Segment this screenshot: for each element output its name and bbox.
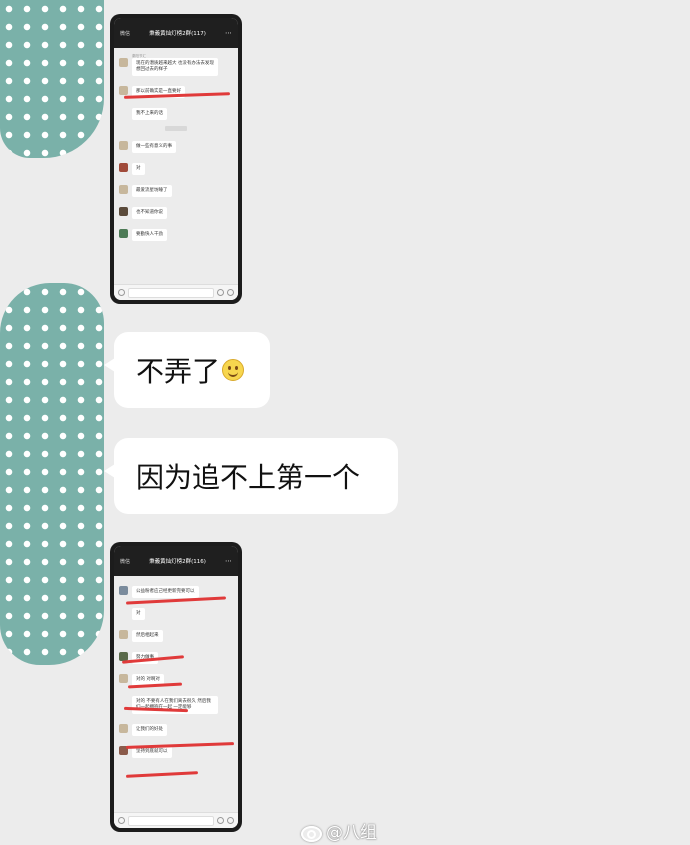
- avatar: [119, 185, 128, 194]
- weibo-icon: [300, 822, 322, 842]
- avatar: [119, 229, 128, 238]
- chat-header: 微信 秉義黄灿灯榜2群(117) ⋯: [114, 18, 238, 48]
- back-label: 微信: [120, 558, 131, 565]
- list-item: 对: [119, 159, 233, 175]
- message-text: 不弄了: [136, 355, 221, 388]
- chat-input-bar: [114, 812, 238, 828]
- chat-input-bar: [114, 284, 238, 300]
- avatar: [119, 674, 128, 683]
- watermark-text: @八组: [326, 823, 377, 843]
- list-item: 然后相起来: [119, 626, 233, 642]
- smiley-emoji-icon: [222, 359, 245, 381]
- time-divider: [165, 126, 187, 131]
- more-icon: ⋯: [225, 29, 232, 37]
- message-bubble[interactable]: 不弄了: [104, 332, 270, 408]
- emoji-icon: [217, 817, 224, 824]
- avatar: [119, 86, 128, 95]
- screenshot-image-top[interactable]: 微信 秉義黄灿灯榜2群(117) ⋯ 秦阳节汇 现在的潜质越来越大 也没有办法去发…: [110, 14, 242, 304]
- back-label: 微信: [120, 30, 131, 37]
- list-item: 要勤快人干劲: [119, 225, 233, 241]
- plus-icon: [227, 817, 234, 824]
- plus-icon: [227, 289, 234, 296]
- chat-input: [128, 815, 214, 826]
- avatar: [119, 163, 128, 172]
- list-item: 对: [119, 604, 233, 620]
- message-text: 因为追不上第一个: [136, 461, 361, 494]
- list-item: 让我们的好处: [119, 720, 233, 736]
- chat-header: 微信 秉義黄灿灯榜2群(116) ⋯: [114, 546, 238, 576]
- avatar[interactable]: [0, 0, 104, 158]
- avatar[interactable]: [0, 283, 104, 665]
- message-bubble[interactable]: 因为追不上第一个: [104, 438, 398, 514]
- voice-icon: [118, 817, 125, 824]
- avatar: [119, 141, 128, 150]
- avatar: [119, 724, 128, 733]
- list-item: 秦阳节汇 现在的潜质越来越大 也没有办法去发现 想回过去的样子: [119, 54, 233, 76]
- list-item: 公益粉者应己经更新完要可以: [119, 582, 233, 598]
- list-item: 做一些有意义的事: [119, 137, 233, 153]
- avatar: [119, 58, 128, 67]
- list-item: 最爱流星坊睡了: [119, 181, 233, 197]
- more-icon: ⋯: [225, 557, 232, 565]
- chat-title: 秉義黄灿灯榜2群(117): [149, 31, 206, 37]
- chat-title: 秉義黄灿灯榜2群(116): [149, 559, 206, 565]
- avatar: [119, 630, 128, 639]
- watermark: @八组: [300, 818, 377, 843]
- chat-input: [128, 287, 214, 298]
- avatar: [119, 586, 128, 595]
- avatar: [119, 207, 128, 216]
- screenshot-image-bottom[interactable]: 微信 秉義黄灿灯榜2群(116) ⋯ 公益粉者应己经更新完要可以 对 然后相起来…: [110, 542, 242, 832]
- list-item: 也不知道你说: [119, 203, 233, 219]
- red-underline: [125, 771, 199, 778]
- list-item: 我不上来的话: [119, 104, 233, 120]
- emoji-icon: [217, 289, 224, 296]
- voice-icon: [118, 289, 125, 296]
